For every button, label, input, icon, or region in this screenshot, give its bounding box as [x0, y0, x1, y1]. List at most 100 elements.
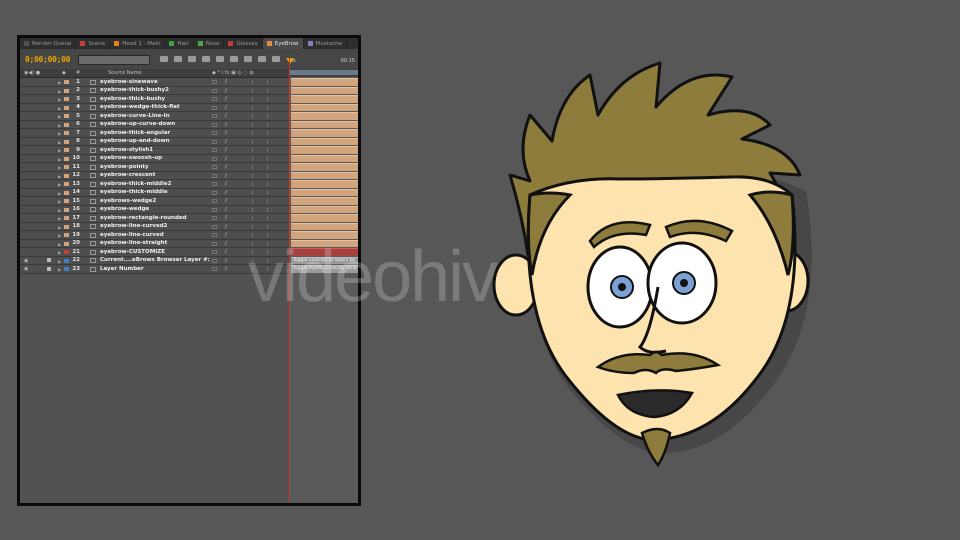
- shy-switch-icon[interactable]: [212, 224, 217, 229]
- quality-switch-icon[interactable]: /: [225, 156, 227, 162]
- quality-switch-icon[interactable]: /: [225, 258, 227, 264]
- quality-switch-icon[interactable]: /: [225, 122, 227, 128]
- layer-name[interactable]: eyebrow-wedge: [100, 206, 149, 212]
- layer-switches[interactable]: [252, 199, 268, 203]
- shy-switch-icon[interactable]: [212, 258, 217, 263]
- layer-duration-bar[interactable]: [291, 86, 358, 94]
- expand-triangle-icon[interactable]: ▶: [58, 165, 61, 170]
- shy-switch-icon[interactable]: [212, 88, 217, 93]
- layer-duration-bar[interactable]: [291, 197, 358, 205]
- shy-switch-icon[interactable]: [212, 156, 217, 161]
- layer-switches[interactable]: [252, 122, 268, 127]
- layer-switches[interactable]: [252, 224, 268, 229]
- shy-switch-icon[interactable]: [212, 199, 217, 203]
- layer-row[interactable]: ▶ 7 eyebrow-thick-angular /: [20, 129, 290, 138]
- layer-switches[interactable]: [252, 216, 268, 220]
- layer-name[interactable]: eyebrow-pointy: [100, 164, 149, 170]
- layer-name[interactable]: eyebrow-wedge-thick-flat: [100, 104, 180, 110]
- quality-switch-icon[interactable]: /: [225, 224, 227, 230]
- expand-triangle-icon[interactable]: ▶: [58, 148, 61, 153]
- layer-name[interactable]: eyebrow-line-straight: [100, 240, 167, 246]
- expand-triangle-icon[interactable]: ▶: [58, 140, 61, 145]
- label-color-chip[interactable]: [64, 190, 69, 195]
- visibility-eye-icon[interactable]: ◉: [24, 258, 28, 264]
- live-update-icon[interactable]: [174, 56, 182, 62]
- quality-switch-icon[interactable]: /: [225, 79, 227, 85]
- layer-switches[interactable]: [252, 182, 268, 186]
- brainstorm-icon[interactable]: [244, 56, 252, 62]
- expand-triangle-icon[interactable]: ▶: [58, 242, 61, 247]
- label-color-chip[interactable]: [64, 250, 69, 254]
- tab-render-queue[interactable]: Render Queue: [20, 38, 77, 49]
- layer-duration-bar[interactable]: [291, 112, 358, 120]
- visibility-eye-icon[interactable]: ◉: [24, 266, 28, 272]
- shy-switch-icon[interactable]: [212, 80, 217, 84]
- layer-row[interactable]: ▶ 16 eyebrow-wedge /: [20, 205, 290, 214]
- tab-glasses[interactable]: Glasses: [224, 38, 263, 49]
- layer-name[interactable]: Layer Number: [100, 266, 144, 272]
- shy-switch-icon[interactable]: [212, 216, 217, 220]
- shy-switch-icon[interactable]: [212, 233, 217, 237]
- current-time-indicator-handle[interactable]: [286, 58, 294, 64]
- shy-switch-icon[interactable]: [212, 190, 217, 195]
- label-color-chip[interactable]: [64, 258, 69, 263]
- shy-switch-icon[interactable]: [212, 131, 217, 135]
- layer-name[interactable]: eyebrow-thick-bushy: [100, 96, 165, 102]
- label-color-chip[interactable]: [64, 122, 69, 127]
- layer-name[interactable]: eyebrow-thick-middle: [100, 189, 168, 195]
- layer-name[interactable]: eyebrow-thick-middle2: [100, 181, 171, 187]
- draft-3d-icon[interactable]: [188, 56, 196, 62]
- quality-switch-icon[interactable]: /: [225, 249, 227, 255]
- layer-duration-bar[interactable]: [291, 103, 358, 111]
- tab-nose[interactable]: Nose: [194, 38, 225, 49]
- tab-eyebrow[interactable]: EyeBrow: [262, 38, 304, 49]
- layer-row[interactable]: ▶ 14 eyebrow-thick-middle /: [20, 188, 290, 197]
- layer-name[interactable]: eyebrow-thick-bushy2: [100, 87, 169, 93]
- shy-switch-icon[interactable]: [212, 165, 217, 169]
- expand-triangle-icon[interactable]: ▶: [58, 174, 61, 179]
- quality-switch-icon[interactable]: /: [225, 266, 227, 272]
- layer-name[interactable]: eyebrow-thick-angular: [100, 130, 170, 136]
- layer-row[interactable]: ▶ 1 eyebrow-sinewave /: [20, 78, 290, 87]
- label-color-chip[interactable]: [64, 88, 69, 93]
- current-timecode[interactable]: 0;00;00;00: [25, 55, 70, 64]
- quality-switch-icon[interactable]: /: [225, 207, 227, 213]
- quality-switch-icon[interactable]: /: [225, 88, 227, 94]
- layer-switches[interactable]: [252, 148, 268, 152]
- expand-triangle-icon[interactable]: ▶: [58, 97, 61, 102]
- expand-triangle-icon[interactable]: ▶: [58, 80, 61, 85]
- quality-switch-icon[interactable]: /: [225, 130, 227, 136]
- layer-switches[interactable]: [252, 114, 268, 118]
- quality-switch-icon[interactable]: /: [225, 164, 227, 170]
- graph-editor-icon[interactable]: [272, 56, 280, 62]
- layer-switches[interactable]: [252, 139, 268, 144]
- expand-triangle-icon[interactable]: ▶: [58, 199, 61, 204]
- quality-switch-icon[interactable]: /: [225, 139, 227, 145]
- label-color-chip[interactable]: [64, 216, 69, 220]
- auto-keyframe-icon[interactable]: [258, 56, 266, 62]
- layer-name[interactable]: eyebrow-line-curved2: [100, 223, 168, 229]
- layer-switches[interactable]: [252, 190, 268, 195]
- shy-switch-icon[interactable]: [212, 122, 217, 127]
- work-area-bar[interactable]: [290, 70, 358, 75]
- label-color-chip[interactable]: [64, 148, 69, 152]
- expand-triangle-icon[interactable]: ▶: [58, 233, 61, 238]
- lock-icon[interactable]: [47, 266, 51, 271]
- composition-mini-flowchart-icon[interactable]: [160, 56, 168, 62]
- quality-switch-icon[interactable]: /: [225, 190, 227, 196]
- tab-mustache[interactable]: Mustache: [304, 38, 348, 49]
- layer-name[interactable]: eyebrows-wedge2: [100, 198, 156, 204]
- label-color-chip[interactable]: [64, 199, 69, 203]
- quality-switch-icon[interactable]: /: [225, 232, 227, 238]
- layer-switches[interactable]: [252, 97, 268, 101]
- expand-triangle-icon[interactable]: ▶: [58, 131, 61, 136]
- layer-duration-bar[interactable]: [291, 154, 358, 162]
- layer-duration-bar[interactable]: [291, 137, 358, 145]
- shy-switch-icon[interactable]: [212, 250, 217, 254]
- layer-row[interactable]: ▶ 4 eyebrow-wedge-thick-flat /: [20, 103, 290, 112]
- expand-triangle-icon[interactable]: ▶: [58, 250, 61, 255]
- layer-name[interactable]: eyebrow-curve-Line-In: [100, 113, 170, 119]
- expand-triangle-icon[interactable]: ▶: [58, 259, 61, 264]
- layer-name[interactable]: eyebrow-line-curved: [100, 232, 164, 238]
- layer-row[interactable]: ▶ 8 eyebrow-up-and-down /: [20, 137, 290, 146]
